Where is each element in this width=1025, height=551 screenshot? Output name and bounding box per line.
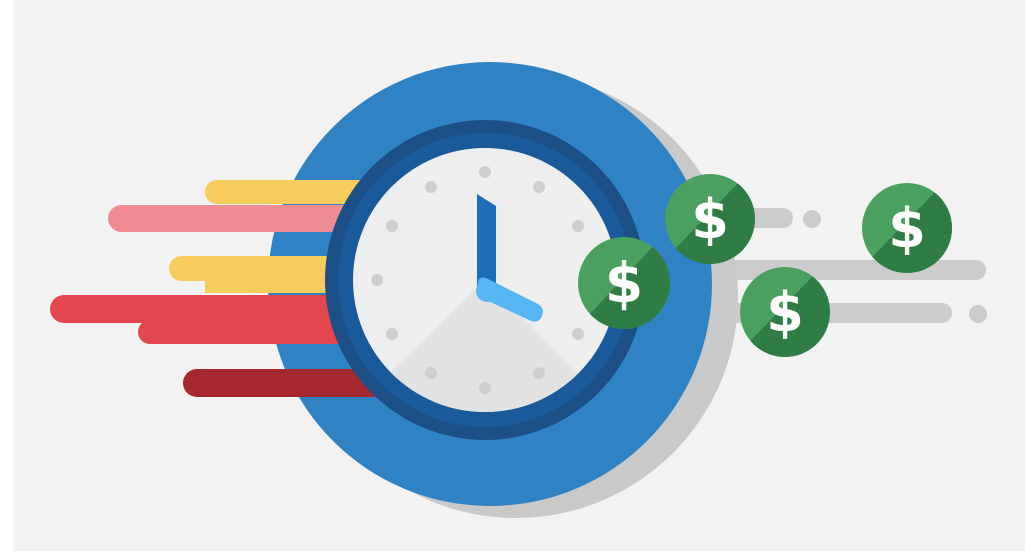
dollar-sign-icon: $	[691, 188, 729, 251]
dollar-sign-icon: $	[766, 281, 804, 344]
dollar-sign-icon: $	[888, 197, 926, 260]
illustration-canvas: $ $ $ $	[0, 0, 1025, 551]
clock-center-cap	[476, 280, 498, 302]
clock-money-illustration: $ $ $ $	[13, 0, 1025, 551]
dollar-sign-icon: $	[605, 251, 643, 315]
